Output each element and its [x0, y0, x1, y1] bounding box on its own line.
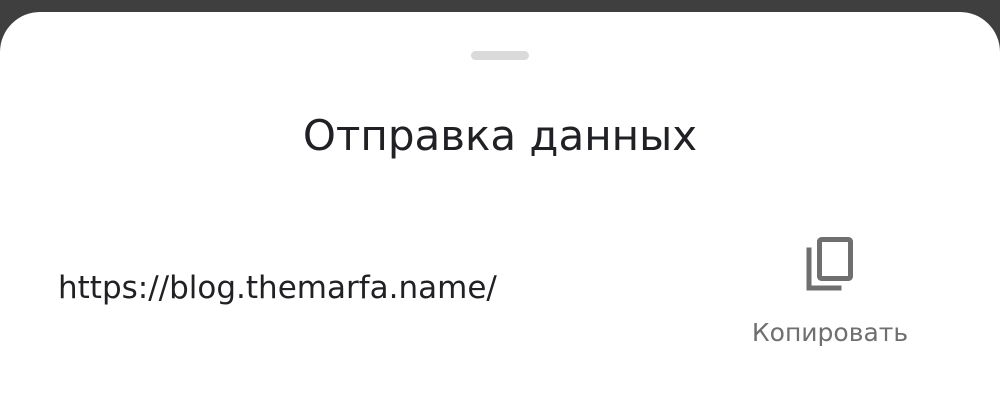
- drag-handle[interactable]: [471, 51, 529, 60]
- copy-button[interactable]: Копировать: [740, 230, 920, 360]
- shared-url: https://blog.themarfa.name/: [58, 270, 497, 306]
- sheet-title: Отправка данных: [302, 111, 698, 160]
- share-bottom-sheet: Отправка данных https://blog.themarfa.na…: [0, 12, 1000, 403]
- copy-button-label: Копировать: [751, 318, 909, 347]
- copy-icon: [806, 237, 853, 291]
